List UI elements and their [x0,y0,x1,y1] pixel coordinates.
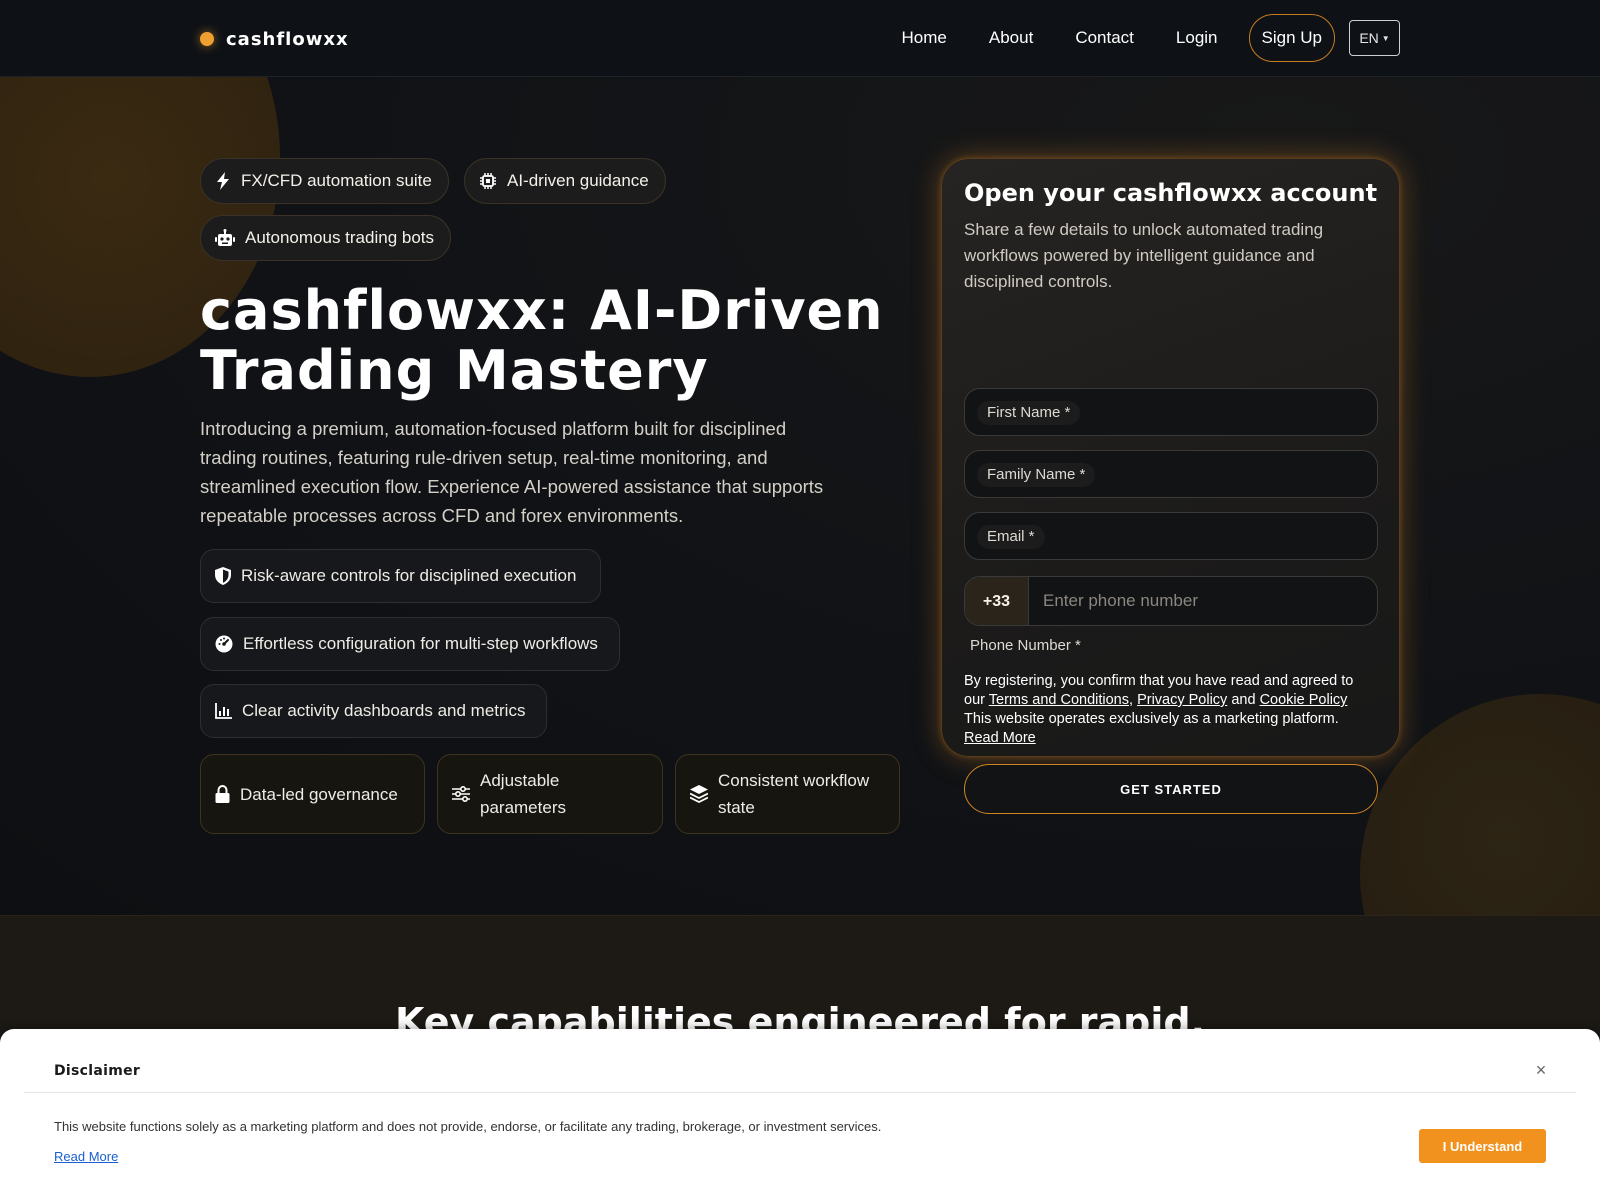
disclaimer-read-more-link[interactable]: Read More [54,1149,118,1164]
legal-and: and [1231,692,1256,708]
family-name-field[interactable]: Family Name * [964,450,1378,498]
robot-icon [215,229,235,246]
bar-chart-icon [215,703,232,719]
disclaimer-text: This website functions solely as a marke… [54,1119,882,1134]
brand-logo[interactable]: cashflowxx [200,28,349,50]
nav-about[interactable]: About [968,28,1054,48]
top-navbar: cashflowxx Home About Contact Login Sign… [0,0,1600,77]
close-icon[interactable]: × [1530,1059,1552,1081]
cookie-link[interactable]: Cookie Policy [1260,692,1348,708]
lightning-icon [217,172,229,190]
privacy-link[interactable]: Privacy Policy [1137,692,1227,708]
legal-notice: This website operates exclusively as a m… [964,711,1339,727]
hero-title-line: cashflowxx: AI-Driven [200,279,884,342]
legal-separator: , [1129,692,1134,708]
tile-consistent-state: Consistent workflow state [675,754,900,834]
brand-dot-icon [200,32,214,46]
divider [24,1092,1576,1093]
hero-description: Introducing a premium, automation-focuse… [200,418,824,526]
gauge-icon [215,635,233,653]
tile-label: Consistent workflow state [718,771,870,817]
tile-label: Data-led governance [240,784,398,804]
family-name-label: Family Name * [977,463,1096,487]
tile-data-governance: Data-led governance [200,754,425,834]
sliders-icon [452,786,470,802]
nav-home[interactable]: Home [881,28,968,48]
badge-label: Autonomous trading bots [245,228,435,247]
feature-risk-controls: Risk-aware controls for disciplined exec… [200,549,601,603]
badge-label: FX/CFD automation suite [241,171,432,190]
feature-configuration: Effortless configuration for multi-step … [200,617,620,671]
caret-down-icon: ▼ [1381,33,1390,43]
hero-title: cashflowxx: AI-Driven Trading Mastery [200,281,920,401]
first-name-field[interactable]: First Name * [964,388,1378,436]
registration-form: Open your cashflowxx account Share a few… [941,158,1400,814]
nav-contact[interactable]: Contact [1054,28,1155,48]
email-label: Email * [977,525,1045,549]
phone-field: +33 [964,576,1378,626]
first-name-label: First Name * [977,401,1081,425]
get-started-button[interactable]: GET STARTED [964,764,1378,814]
badge-automation: FX/CFD automation suite [200,158,449,204]
phone-label: Phone Number * [970,637,1081,654]
tile-adjustable-parameters: Adjustable parameters [437,754,663,834]
email-field[interactable]: Email * [964,512,1378,560]
legal-consent: By registering, you confirm that you hav… [964,672,1378,748]
feature-label: Clear activity dashboards and metrics [242,701,526,720]
understand-button[interactable]: I Understand [1419,1129,1546,1163]
nav-login[interactable]: Login [1155,28,1239,48]
country-code-selector[interactable]: +33 [965,577,1029,625]
main-nav: Home About Contact Login Sign Up EN ▼ [881,14,1400,62]
layers-icon [690,785,708,803]
badge-label: AI-driven guidance [507,171,649,190]
badge-trading-bots: Autonomous trading bots [200,215,452,261]
form-subtitle: Share a few details to unlock automated … [964,220,1324,291]
lock-icon [215,785,230,803]
feature-label: Risk-aware controls for disciplined exec… [241,566,577,585]
hero-section: FX/CFD automation suite AI-driven guidan… [0,77,1600,915]
hero-title-line: Trading Mastery [200,339,709,402]
form-title: Open your cashflowxx account [964,179,1378,207]
form-read-more-link[interactable]: Read More [964,730,1036,746]
language-selector[interactable]: EN ▼ [1349,20,1400,56]
brand-name: cashflowxx [226,28,349,50]
language-value: EN [1359,30,1379,46]
disclaimer-title: Disclaimer [54,1063,141,1079]
shield-icon [215,567,231,585]
signup-button[interactable]: Sign Up [1248,14,1335,62]
disclaimer-banner: Disclaimer × This website functions sole… [0,1029,1600,1200]
feature-dashboards: Clear activity dashboards and metrics [200,684,547,738]
terms-link[interactable]: Terms and Conditions [989,692,1129,708]
phone-input[interactable] [1043,577,1363,625]
feature-label: Effortless configuration for multi-step … [243,634,598,653]
tile-label: Adjustable parameters [480,771,566,817]
badge-ai-guidance: AI-driven guidance [464,158,666,204]
chip-icon [480,173,496,189]
